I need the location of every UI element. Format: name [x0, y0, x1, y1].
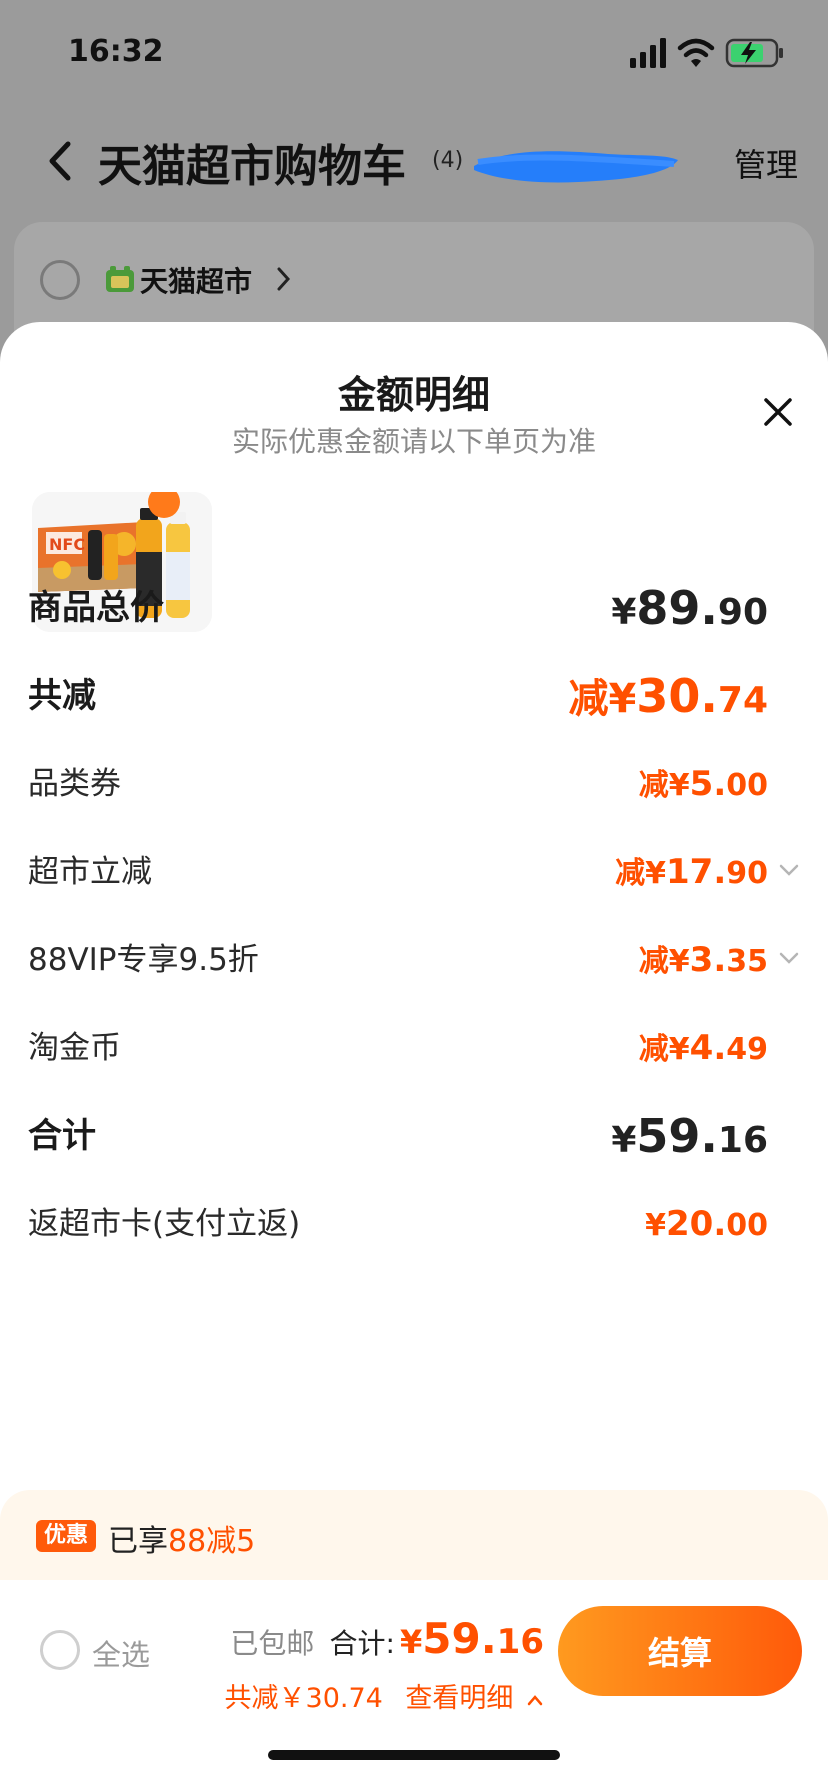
row-market-instant-discount[interactable]: 超市立减 减¥17.90 [28, 842, 799, 902]
back-arrow-icon[interactable] [40, 138, 80, 184]
row-label: 品类券 [28, 766, 121, 802]
total-label: 合计: [329, 1627, 395, 1660]
row-label: 返超市卡(支付立返) [28, 1206, 301, 1242]
store-select-radio[interactable] [40, 260, 80, 300]
redaction-scribble [474, 151, 678, 183]
row-subtotal: 商品总价 ¥89.90 [28, 578, 768, 638]
row-label: 88VIP专享9.5折 [28, 942, 259, 978]
row-label: 商品总价 [28, 588, 164, 628]
promo-strip: 优惠 已享88减5 [0, 1490, 828, 1580]
row-value: ¥89.90 [611, 581, 768, 635]
row-88vip-discount[interactable]: 88VIP专享9.5折 减¥3.35 [28, 930, 799, 990]
close-icon[interactable] [762, 396, 794, 428]
amount-detail-sheet: 金额明细 实际优惠金额请以下单页为准 NFC 商品总价 ¥89.90 共减 减¥… [0, 322, 828, 1792]
row-value: 减¥4.49 [638, 1028, 768, 1068]
sheet-title: 金额明细 [337, 373, 490, 417]
sheet-subtitle: 实际优惠金额请以下单页为准 [231, 425, 596, 458]
row-label: 共减 [28, 676, 96, 716]
chevron-down-icon[interactable] [778, 862, 800, 878]
promo-highlight: 88减5 [168, 1524, 256, 1559]
row-value: 减¥3.35 [638, 940, 768, 980]
discount-text: 共减￥30.74 [224, 1683, 383, 1714]
row-label: 超市立减 [28, 854, 152, 890]
nav-bar: 天猫超市购物车 (4) 管理 [0, 120, 828, 206]
row-value: 减¥5.00 [638, 764, 768, 804]
manage-button[interactable]: 管理 [734, 140, 798, 186]
store-name[interactable]: 天猫超市 [140, 260, 252, 300]
row-value: ¥59.16 [611, 1109, 768, 1163]
shipping-label: 已包邮 [230, 1627, 315, 1660]
chevron-right-icon [277, 267, 291, 291]
battery-icon [725, 38, 783, 68]
status-icons [630, 36, 790, 70]
select-all-label[interactable]: 全选 [92, 1632, 150, 1674]
select-all-radio[interactable] [40, 1630, 80, 1670]
row-category-coupon: 品类券 减¥5.00 [28, 754, 768, 814]
chevron-down-icon[interactable] [778, 950, 800, 966]
home-indicator [268, 1750, 560, 1760]
promo-text: 已享88减5 [108, 1524, 256, 1559]
total-line: 已包邮 合计: ¥59.16 [230, 1614, 544, 1663]
discount-line[interactable]: 共减￥30.74 查看明细 [225, 1676, 544, 1715]
row-grand-total: 合计 ¥59.16 [28, 1106, 768, 1166]
total-price: ¥59.16 [400, 1614, 544, 1663]
row-label: 合计 [28, 1116, 96, 1156]
chevron-up-icon[interactable] [526, 1693, 544, 1707]
svg-text:NFC: NFC [49, 535, 85, 554]
signal-icon [630, 38, 666, 68]
checkout-button[interactable]: 结算 [558, 1606, 802, 1696]
view-detail-link[interactable]: 查看明细 [405, 1683, 513, 1714]
row-total-discount: 共减 减¥30.74 [28, 666, 768, 726]
row-label: 淘金币 [28, 1030, 121, 1066]
row-taojinbi: 淘金币 减¥4.49 [28, 1018, 768, 1078]
status-bar: 16:32 [0, 0, 828, 100]
wifi-icon [677, 38, 715, 67]
cart-count: (4) [432, 148, 464, 173]
status-time: 16:32 [68, 34, 164, 69]
row-cashback-card: 返超市卡(支付立返) ¥20.00 [28, 1194, 768, 1254]
row-value: 减¥30.74 [568, 669, 768, 723]
store-logo-icon [106, 266, 134, 292]
checkout-bar: 全选 已包邮 合计: ¥59.16 共减￥30.74 查看明细 结算 [0, 1580, 828, 1792]
promo-badge: 优惠 [36, 1520, 97, 1552]
row-value: 减¥17.90 [615, 852, 768, 892]
page-title: 天猫超市购物车 [98, 141, 406, 192]
row-value: ¥20.00 [645, 1204, 768, 1244]
